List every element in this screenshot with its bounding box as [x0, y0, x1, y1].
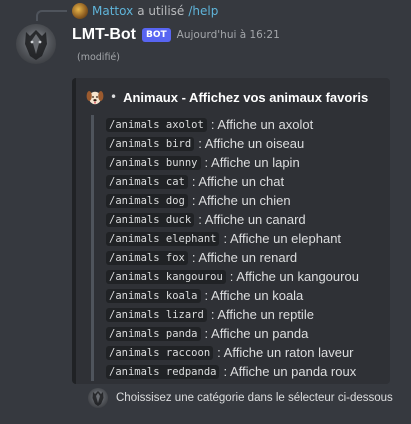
footer-text: Choissisez une catégorie dans le sélecte…	[116, 392, 393, 404]
command-description: : Affiche un kangourou	[229, 269, 359, 284]
message-timestamp: Aujourd'hui à 16:21	[176, 29, 280, 41]
wolf-avatar-icon	[25, 30, 47, 60]
list-item: /animals raccoon: Affiche un raton laveu…	[106, 343, 381, 362]
command-description: : Affiche un chat	[191, 174, 285, 189]
embed-footer: Choissisez une catégorie dans le sélecte…	[88, 388, 393, 408]
command-code[interactable]: /animals kangourou	[106, 269, 226, 284]
command-description: : Affiche un panda roux	[223, 364, 357, 379]
bot-avatar[interactable]	[16, 24, 56, 64]
command-code[interactable]: /animals koala	[106, 288, 201, 303]
command-description: : Affiche un lapin	[204, 155, 300, 170]
list-item: /animals bunny: Affiche un lapin	[106, 153, 381, 172]
embed-title-row: • Animaux - Affichez vos animaux favoris	[86, 88, 368, 106]
wolf-avatar-icon	[92, 391, 104, 406]
reply-command[interactable]: /help	[188, 4, 218, 18]
command-description: : Affiche un renard	[191, 250, 298, 265]
command-description: : Affiche un axolot	[210, 117, 314, 132]
reply-connector-line	[36, 10, 67, 21]
command-description: : Affiche un reptile	[210, 307, 314, 322]
list-item: /animals koala: Affiche un koala	[106, 286, 381, 305]
list-item: /animals elephant: Affiche un elephant	[106, 229, 381, 248]
message-header: LMT-Bot BOT Aujourd'hui à 16:21	[72, 24, 280, 46]
command-code[interactable]: /animals redpanda	[106, 364, 220, 379]
command-description: : Affiche un raton laveur	[217, 345, 354, 360]
title-bullet: •	[110, 90, 118, 104]
list-item: /animals lizard: Affiche un reptile	[106, 305, 381, 324]
command-code[interactable]: /animals cat	[106, 174, 188, 189]
command-code[interactable]: /animals elephant	[106, 231, 220, 246]
command-description: : Affiche un panda	[204, 326, 309, 341]
reply-text: a utilisé	[137, 4, 185, 18]
command-code[interactable]: /animals duck	[106, 212, 195, 227]
command-code[interactable]: /animals lizard	[106, 307, 207, 322]
dog-face-icon	[86, 91, 104, 105]
command-description: : Affiche un elephant	[223, 231, 342, 246]
command-code[interactable]: /animals bird	[106, 136, 195, 151]
list-item: /animals kangourou: Affiche un kangourou	[106, 267, 381, 286]
command-code[interactable]: /animals raccoon	[106, 345, 214, 360]
list-item: /animals panda: Affiche un panda	[106, 324, 381, 343]
list-item: /animals duck: Affiche un canard	[106, 210, 381, 229]
list-item: /animals redpanda: Affiche un panda roux	[106, 362, 381, 381]
command-code[interactable]: /animals fox	[106, 250, 188, 265]
reply-reference[interactable]: Mattox a utilisé /help	[72, 2, 218, 20]
footer-avatar	[88, 388, 108, 408]
command-description: : Affiche un oiseau	[198, 136, 305, 151]
list-item: /animals axolot: Affiche un axolot	[106, 115, 381, 134]
edited-label: (modifié)	[77, 52, 120, 63]
command-list: /animals axolot: Affiche un axolot /anim…	[91, 115, 381, 381]
bot-badge: BOT	[141, 28, 171, 42]
command-code[interactable]: /animals axolot	[106, 117, 207, 132]
embed-title: Animaux - Affichez vos animaux favoris	[123, 89, 369, 105]
embed-card: • Animaux - Affichez vos animaux favoris…	[72, 78, 390, 384]
list-item: /animals bird: Affiche un oiseau	[106, 134, 381, 153]
command-code[interactable]: /animals bunny	[106, 155, 201, 170]
command-description: : Affiche un chien	[191, 193, 291, 208]
command-code[interactable]: /animals dog	[106, 193, 188, 208]
list-item: /animals fox: Affiche un renard	[106, 248, 381, 267]
command-description: : Affiche un canard	[198, 212, 306, 227]
bot-username[interactable]: LMT-Bot	[72, 26, 136, 44]
list-item: /animals cat: Affiche un chat	[106, 172, 381, 191]
list-item: /animals dog: Affiche un chien	[106, 191, 381, 210]
reply-username[interactable]: Mattox	[92, 4, 133, 18]
command-description: : Affiche un koala	[204, 288, 304, 303]
reply-avatar[interactable]	[72, 3, 88, 19]
command-code[interactable]: /animals panda	[106, 326, 201, 341]
